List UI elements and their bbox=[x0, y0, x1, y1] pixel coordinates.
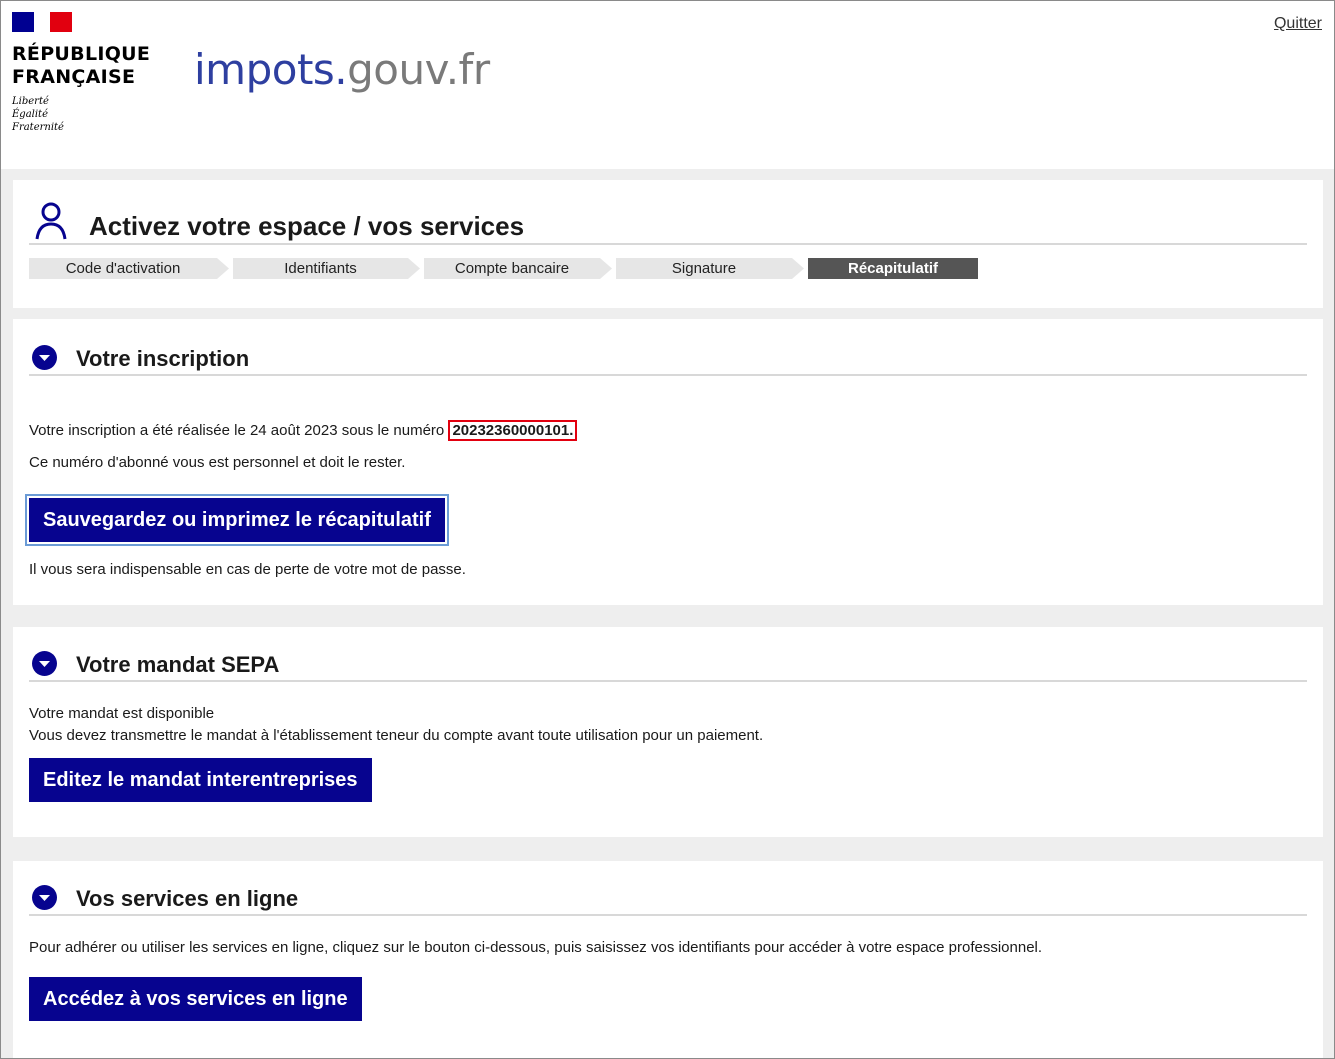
site-header: RÉPUBLIQUE FRANÇAISE Liberté Égalité Fra… bbox=[1, 1, 1334, 169]
inscription-section-header: Votre inscription bbox=[29, 340, 1307, 376]
subscriber-number: 20232360000101. bbox=[448, 420, 578, 441]
step-compte-bancaire: Compte bancaire bbox=[424, 258, 600, 279]
step-separator-icon bbox=[600, 258, 612, 279]
quit-link[interactable]: Quitter bbox=[1274, 15, 1322, 33]
chevron-down-circle-icon bbox=[32, 885, 57, 910]
page-title: Activez votre espace / vos services bbox=[89, 211, 525, 241]
services-title: Vos services en ligne bbox=[76, 886, 299, 911]
page-title-row: Activez votre espace / vos services bbox=[29, 198, 1307, 245]
chevron-down-circle-icon bbox=[32, 345, 57, 370]
access-online-services-button[interactable]: Accédez à vos services en ligne bbox=[29, 977, 362, 1021]
step-identifiants: Identifiants bbox=[233, 258, 408, 279]
inscription-date-prefix: Votre inscription a été réalisée le 24 a… bbox=[29, 422, 445, 439]
step-separator-icon bbox=[792, 258, 804, 279]
services-instructions: Pour adhérer ou utiliser les services en… bbox=[29, 939, 1043, 956]
step-separator-icon bbox=[408, 258, 420, 279]
impots-gouv-logo[interactable]: impots.gouv.fr bbox=[194, 45, 490, 94]
edit-mandate-button[interactable]: Editez le mandat interentreprises bbox=[29, 758, 372, 802]
activation-header-card: Activez votre espace / vos services Code… bbox=[13, 180, 1323, 308]
personal-number-note: Ce numéro d'abonné vous est personnel et… bbox=[29, 454, 406, 471]
inscription-title: Votre inscription bbox=[76, 346, 250, 371]
mandate-transmit-text: Vous devez transmettre le mandat à l'éta… bbox=[29, 727, 764, 744]
step-code-activation: Code d'activation bbox=[29, 258, 217, 279]
password-loss-note: Il vous sera indispensable en cas de per… bbox=[29, 561, 466, 578]
french-flag-icon bbox=[12, 12, 72, 32]
logo-part-gouv: gouv.fr bbox=[347, 45, 490, 94]
republique-francaise-logo: RÉPUBLIQUE FRANÇAISE bbox=[12, 43, 151, 88]
sepa-title: Votre mandat SEPA bbox=[76, 652, 280, 677]
logo-part-impots: impots. bbox=[194, 45, 348, 94]
save-print-summary-button[interactable]: Sauvegardez ou imprimez le récapitulatif bbox=[27, 496, 447, 544]
step-signature: Signature bbox=[616, 258, 792, 279]
republic-motto: Liberté Égalité Fraternité bbox=[12, 96, 64, 133]
chevron-down-circle-icon bbox=[32, 651, 57, 676]
mandate-available-text: Votre mandat est disponible bbox=[29, 705, 215, 722]
step-separator-icon bbox=[217, 258, 229, 279]
user-icon bbox=[35, 202, 67, 240]
sepa-mandate-card: Votre mandat SEPA Votre mandat est dispo… bbox=[13, 627, 1323, 837]
inscription-date-text: Votre inscription a été réalisée le 24 a… bbox=[29, 420, 578, 441]
online-services-card: Vos services en ligne Pour adhérer ou ut… bbox=[13, 861, 1323, 1058]
sepa-section-header: Votre mandat SEPA bbox=[29, 646, 1307, 682]
page-frame: RÉPUBLIQUE FRANÇAISE Liberté Égalité Fra… bbox=[0, 0, 1335, 1059]
services-section-header: Vos services en ligne bbox=[29, 880, 1307, 916]
step-recapitulatif: Récapitulatif bbox=[808, 258, 978, 279]
inscription-card: Votre inscription Votre inscription a ét… bbox=[13, 319, 1323, 605]
